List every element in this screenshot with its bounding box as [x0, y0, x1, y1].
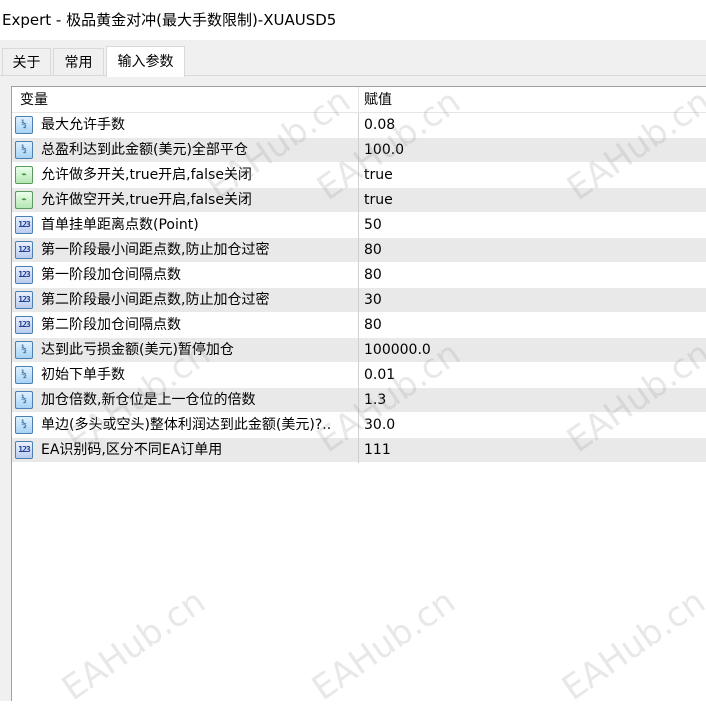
- cell-separator: [358, 438, 359, 463]
- parameter-rows: ½ 最大允许手数 0.08 ½ 总盈利达到此金额(美元)全部平仓 100.0 ⌁ 允许做多开关…: [12, 113, 706, 463]
- parameter-value[interactable]: 0.08: [364, 113, 395, 138]
- cell-separator: [358, 138, 359, 163]
- parameter-value[interactable]: 100.0: [364, 138, 404, 163]
- int-type-icon: 123: [15, 266, 33, 284]
- cell-separator: [358, 238, 359, 263]
- parameter-value[interactable]: true: [364, 188, 393, 213]
- tab-about[interactable]: 关于: [2, 48, 51, 76]
- parameter-name: 首单挂单距离点数(Point): [41, 217, 199, 233]
- cell-separator: [358, 288, 359, 313]
- column-separator[interactable]: [358, 87, 359, 113]
- parameter-name: EA识别码,区分不同EA订单用: [41, 442, 223, 458]
- parameter-value[interactable]: 80: [364, 263, 382, 288]
- double-type-icon: ½: [15, 391, 33, 409]
- double-type-icon: ½: [15, 341, 33, 359]
- parameter-name: 允许做多开关,true开启,false关闭: [41, 167, 252, 183]
- parameter-row[interactable]: ½ 初始下单手数 0.01: [12, 363, 706, 388]
- parameter-value[interactable]: 111: [364, 438, 391, 463]
- parameter-row[interactable]: 123 EA识别码,区分不同EA订单用 111: [12, 438, 706, 463]
- cell-separator: [358, 338, 359, 363]
- parameter-value[interactable]: 1.3: [364, 388, 386, 413]
- parameter-name: 达到此亏损金额(美元)暂停加仓: [41, 342, 234, 358]
- int-type-icon: 123: [15, 441, 33, 459]
- parameter-value[interactable]: 30.0: [364, 413, 395, 438]
- cell-separator: [358, 263, 359, 288]
- parameter-value[interactable]: 80: [364, 313, 382, 338]
- parameter-value[interactable]: 50: [364, 213, 382, 238]
- parameter-row[interactable]: ½ 单边(多头或空头)整体利润达到此金额(美元)?.. 30.0: [12, 413, 706, 438]
- parameter-row[interactable]: ½ 达到此亏损金额(美元)暂停加仓 100000.0: [12, 338, 706, 363]
- int-type-icon: 123: [15, 216, 33, 234]
- parameter-name: 单边(多头或空头)整体利润达到此金额(美元)?..: [41, 417, 332, 433]
- parameter-row[interactable]: 123 第一阶段最小间距点数,防止加仓过密 80: [12, 238, 706, 263]
- bool-type-icon: ⌁: [15, 166, 33, 184]
- parameter-name: 总盈利达到此金额(美元)全部平仓: [41, 142, 248, 158]
- column-header-value[interactable]: 赋值: [364, 87, 392, 113]
- parameter-name: 第一阶段最小间距点数,防止加仓过密: [41, 242, 270, 258]
- cell-separator: [358, 113, 359, 138]
- parameter-name: 初始下单手数: [41, 367, 125, 383]
- parameter-name: 第二阶段加仓间隔点数: [41, 317, 181, 333]
- parameter-row[interactable]: ⌁ 允许做空开关,true开启,false关闭 true: [12, 188, 706, 213]
- parameter-row[interactable]: ⌁ 允许做多开关,true开启,false关闭 true: [12, 163, 706, 188]
- parameter-name: 最大允许手数: [41, 117, 125, 133]
- cell-separator: [358, 213, 359, 238]
- window-title: Expert - 极品黄金对冲(最大手数限制)-XUAUSD5: [0, 0, 706, 40]
- parameter-name: 第一阶段加仓间隔点数: [41, 267, 181, 283]
- parameters-grid: 变量 赋值 ½ 最大允许手数 0.08 ½ 总盈利达到此金额(美元)全部平仓 100.0 ⌁…: [11, 86, 706, 701]
- cell-separator: [358, 313, 359, 338]
- double-type-icon: ½: [15, 366, 33, 384]
- parameter-row[interactable]: 123 第一阶段加仓间隔点数 80: [12, 263, 706, 288]
- cell-separator: [358, 363, 359, 388]
- parameter-row[interactable]: 123 第二阶段加仓间隔点数 80: [12, 313, 706, 338]
- parameter-row[interactable]: 123 首单挂单距离点数(Point) 50: [12, 213, 706, 238]
- double-type-icon: ½: [15, 116, 33, 134]
- parameter-row[interactable]: 123 第二阶段最小间距点数,防止加仓过密 30: [12, 288, 706, 313]
- bool-type-icon: ⌁: [15, 191, 33, 209]
- parameter-row[interactable]: ½ 总盈利达到此金额(美元)全部平仓 100.0: [12, 138, 706, 163]
- cell-separator: [358, 163, 359, 188]
- cell-separator: [358, 188, 359, 213]
- column-header-variable[interactable]: 变量: [20, 87, 48, 113]
- parameter-value[interactable]: 30: [364, 288, 382, 313]
- parameter-value[interactable]: 0.01: [364, 363, 395, 388]
- parameter-value[interactable]: 80: [364, 238, 382, 263]
- cell-separator: [358, 388, 359, 413]
- parameter-name: 允许做空开关,true开启,false关闭: [41, 192, 252, 208]
- parameter-value[interactable]: 100000.0: [364, 338, 431, 363]
- parameter-name: 第二阶段最小间距点数,防止加仓过密: [41, 292, 270, 308]
- int-type-icon: 123: [15, 291, 33, 309]
- int-type-icon: 123: [15, 316, 33, 334]
- double-type-icon: ½: [15, 141, 33, 159]
- double-type-icon: ½: [15, 416, 33, 434]
- parameter-row[interactable]: ½ 最大允许手数 0.08: [12, 113, 706, 138]
- parameter-row[interactable]: ½ 加仓倍数,新仓位是上一仓位的倍数 1.3: [12, 388, 706, 413]
- tab-input-parameters[interactable]: 输入参数: [106, 46, 185, 77]
- grid-header: 变量 赋值: [12, 87, 706, 113]
- parameter-value[interactable]: true: [364, 163, 393, 188]
- cell-separator: [358, 413, 359, 438]
- tab-common[interactable]: 常用: [53, 48, 104, 76]
- int-type-icon: 123: [15, 241, 33, 259]
- parameter-name: 加仓倍数,新仓位是上一仓位的倍数: [41, 392, 256, 408]
